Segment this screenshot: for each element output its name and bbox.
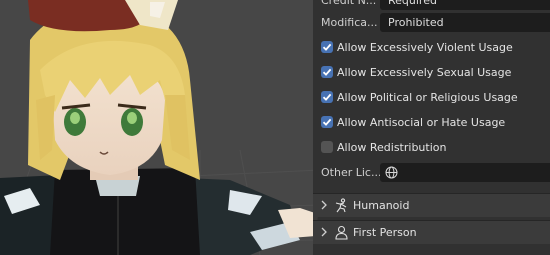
person-icon [335, 225, 348, 240]
globe-icon [385, 166, 398, 179]
credit-notation-dropdown[interactable]: Required [380, 0, 550, 10]
checkbox-label: Allow Antisocial or Hate Usage [337, 116, 506, 129]
modification-dropdown[interactable]: Prohibited [380, 13, 550, 32]
checkbox-icon[interactable] [321, 66, 333, 78]
section-first-person[interactable]: First Person [313, 220, 550, 244]
chevron-right-icon [321, 200, 327, 210]
checkbox-icon[interactable] [321, 41, 333, 53]
chevron-right-icon [321, 227, 327, 237]
checkbox-political-religious-usage[interactable]: Allow Political or Religious Usage [313, 85, 550, 110]
other-license-label: Other Lic... [321, 166, 382, 179]
checkbox-redistribution[interactable]: Allow Redistribution [313, 135, 550, 160]
checkbox-icon[interactable] [321, 116, 333, 128]
checkbox-icon[interactable] [321, 141, 333, 153]
checkbox-label: Allow Political or Religious Usage [337, 91, 518, 104]
checkbox-icon[interactable] [321, 91, 333, 103]
other-license-url-field[interactable] [380, 163, 550, 182]
modification-label: Modifica... [321, 16, 378, 29]
checkbox-antisocial-hate-usage[interactable]: Allow Antisocial or Hate Usage [313, 110, 550, 135]
humanoid-icon [335, 198, 347, 213]
section-humanoid[interactable]: Humanoid [313, 193, 550, 217]
section-first-person-label: First Person [353, 226, 417, 239]
section-humanoid-label: Humanoid [353, 199, 410, 212]
modification-row: Modifica... Prohibited [313, 10, 550, 35]
other-license-row: Other Lic... [313, 160, 550, 185]
checkbox-label: Allow Redistribution [337, 141, 447, 154]
checkbox-sexual-usage[interactable]: Allow Excessively Sexual Usage [313, 60, 550, 85]
checkbox-label: Allow Excessively Sexual Usage [337, 66, 512, 79]
checkbox-violent-usage[interactable]: Allow Excessively Violent Usage [313, 35, 550, 60]
checkbox-label: Allow Excessively Violent Usage [337, 41, 513, 54]
vrm-meta-properties-panel: Credit N... Required Modifica... Prohibi… [313, 0, 550, 255]
